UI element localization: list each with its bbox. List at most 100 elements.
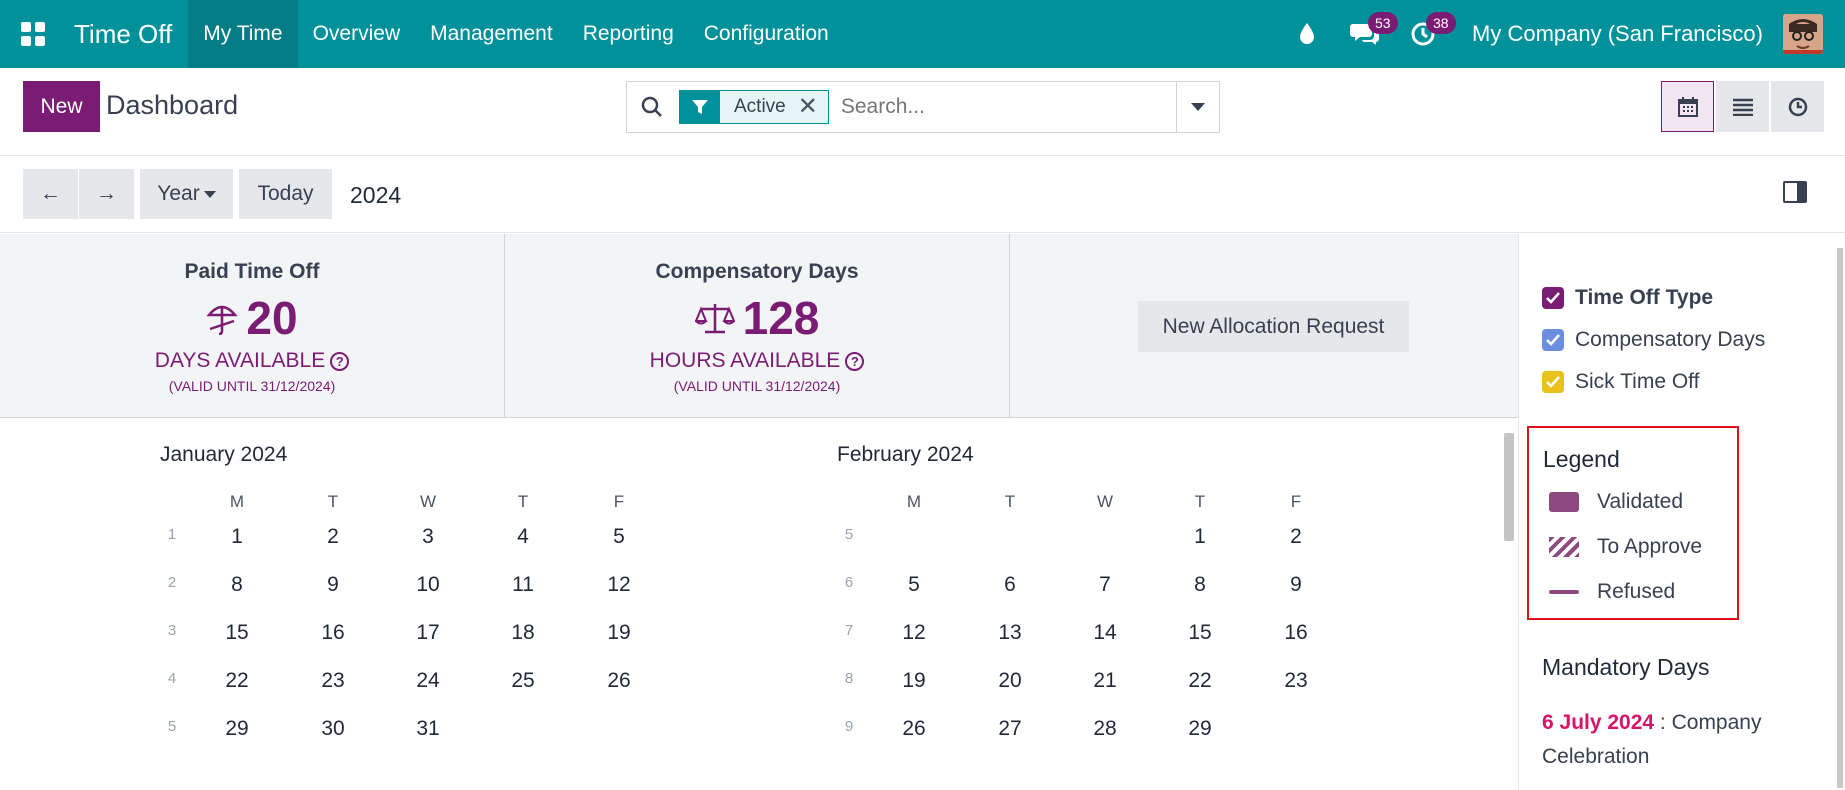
calendar-day[interactable]: 23 [308,669,358,693]
calendar-day[interactable]: 1 [212,525,262,549]
calendar-day[interactable]: 17 [403,621,453,645]
next-button[interactable]: → [79,169,134,219]
weekday-header: W [1096,492,1114,511]
calendar-day[interactable]: 15 [1175,621,1225,645]
calendar-day[interactable]: 12 [889,621,939,645]
calendar-day[interactable]: 23 [1271,669,1321,693]
calendar-day[interactable]: 15 [212,621,262,645]
search-bar[interactable]: Active ✕ [626,81,1220,133]
calendar-day[interactable]: 14 [1080,621,1130,645]
weekday-header: W [419,492,437,511]
range-label: Year [157,182,200,205]
help-icon[interactable]: ? [845,351,865,371]
calendar-day[interactable]: 2 [1271,525,1321,549]
calendar-day[interactable]: 28 [1080,717,1130,741]
calendar-day[interactable]: 6 [985,573,1035,597]
filter-sick-time-off[interactable]: Sick Time Off [1542,370,1699,394]
view-switcher [1661,81,1824,132]
calendar-day[interactable]: 5 [594,525,644,549]
calendar-day[interactable]: 19 [889,669,939,693]
calendar-day[interactable]: 21 [1080,669,1130,693]
calendar-day[interactable]: 2 [308,525,358,549]
mandatory-days-title: Mandatory Days [1542,654,1710,680]
checkbox-checked-icon[interactable] [1542,371,1564,393]
balance-scale-icon [694,304,735,334]
current-period-label: 2024 [350,182,402,208]
calendar-day[interactable]: 26 [889,717,939,741]
side-panel-scrollbar[interactable] [1835,234,1845,790]
calendar-day[interactable]: 24 [403,669,453,693]
calendar-day[interactable]: 5 [889,573,939,597]
calendar-day[interactable]: 9 [308,573,358,597]
allocation-unit: HOURS AVAILABLE [649,349,841,372]
weekday-header: T [1194,492,1206,511]
new-allocation-request-button[interactable]: New Allocation Request [1138,301,1409,352]
previous-button[interactable]: ← [23,169,78,219]
search-input[interactable] [840,95,1141,119]
calendar-day[interactable]: 8 [212,573,262,597]
calendar-day[interactable]: 11 [498,573,548,597]
calendar-day[interactable]: 16 [1271,621,1321,645]
company-switcher[interactable]: My Company (San Francisco) [1452,21,1783,47]
calendar-day[interactable]: 22 [1175,669,1225,693]
facet-remove-icon[interactable]: ✕ [795,91,828,123]
menu-my-time[interactable]: My Time [188,0,298,68]
calendar-day[interactable]: 27 [985,717,1035,741]
checkbox-checked-icon[interactable] [1542,287,1564,309]
user-avatar[interactable] [1783,14,1823,54]
calendar-day[interactable]: 12 [594,573,644,597]
weekday-header: M [906,492,922,511]
filter-icon [680,91,720,123]
calendar-day[interactable]: 19 [594,621,644,645]
search-options-toggle[interactable] [1176,81,1220,133]
month-title: January 2024 [160,443,288,466]
app-title[interactable]: Time Off [66,19,188,50]
calendar-day[interactable]: 18 [498,621,548,645]
drop-icon[interactable] [1278,0,1336,68]
new-button[interactable]: New [23,81,100,132]
side-panel-toggle-icon[interactable] [1783,181,1807,203]
calendar-day[interactable]: 8 [1175,573,1225,597]
week-number: 6 [844,574,854,591]
filter-compensatory-days[interactable]: Compensatory Days [1542,328,1765,352]
apps-menu-icon[interactable] [0,0,66,68]
menu-configuration[interactable]: Configuration [689,0,844,68]
calendar-day[interactable]: 16 [308,621,358,645]
filter-time-off-type[interactable]: Time Off Type [1542,286,1713,310]
calendar-day[interactable]: 22 [212,669,262,693]
calendar-day[interactable]: 31 [403,717,453,741]
calendar-day[interactable]: 13 [985,621,1035,645]
activity-view-button[interactable] [1771,81,1824,132]
calendar-day[interactable]: 29 [212,717,262,741]
active-filter-facet[interactable]: Active ✕ [679,90,829,124]
calendar-day[interactable]: 7 [1080,573,1130,597]
menu-reporting[interactable]: Reporting [568,0,689,68]
calendar-day[interactable]: 1 [1175,525,1225,549]
calendar-day[interactable]: 30 [308,717,358,741]
help-icon[interactable]: ? [330,351,350,371]
scrollbar-thumb[interactable] [1504,433,1514,541]
calendar-day[interactable]: 9 [1271,573,1321,597]
calendar-day[interactable]: 20 [985,669,1035,693]
allocation-title: Compensatory Days [655,260,859,283]
calendar-day[interactable]: 10 [403,573,453,597]
menu-management[interactable]: Management [415,0,568,68]
calendar-day[interactable]: 3 [403,525,453,549]
calendar-day[interactable]: 29 [1175,717,1225,741]
list-view-button[interactable] [1716,81,1769,132]
checkbox-checked-icon[interactable] [1542,329,1564,351]
range-dropdown[interactable]: Year [140,169,233,219]
week-number: 2 [167,574,177,591]
calendar-scrollbar[interactable] [1500,419,1518,790]
calendar-day[interactable]: 26 [594,669,644,693]
calendar-day[interactable]: 25 [498,669,548,693]
calendar-day[interactable]: 4 [498,525,548,549]
allocation-validity: (VALID UNTIL 31/12/2024) [673,378,841,394]
calendar-view-button[interactable] [1661,81,1714,132]
week-number: 3 [167,622,177,639]
activities-button[interactable]: 38 [1394,0,1456,68]
today-button[interactable]: Today [239,169,332,219]
menu-overview[interactable]: Overview [298,0,416,68]
messages-button[interactable]: 53 [1336,0,1398,68]
caret-down-icon [1191,103,1205,111]
